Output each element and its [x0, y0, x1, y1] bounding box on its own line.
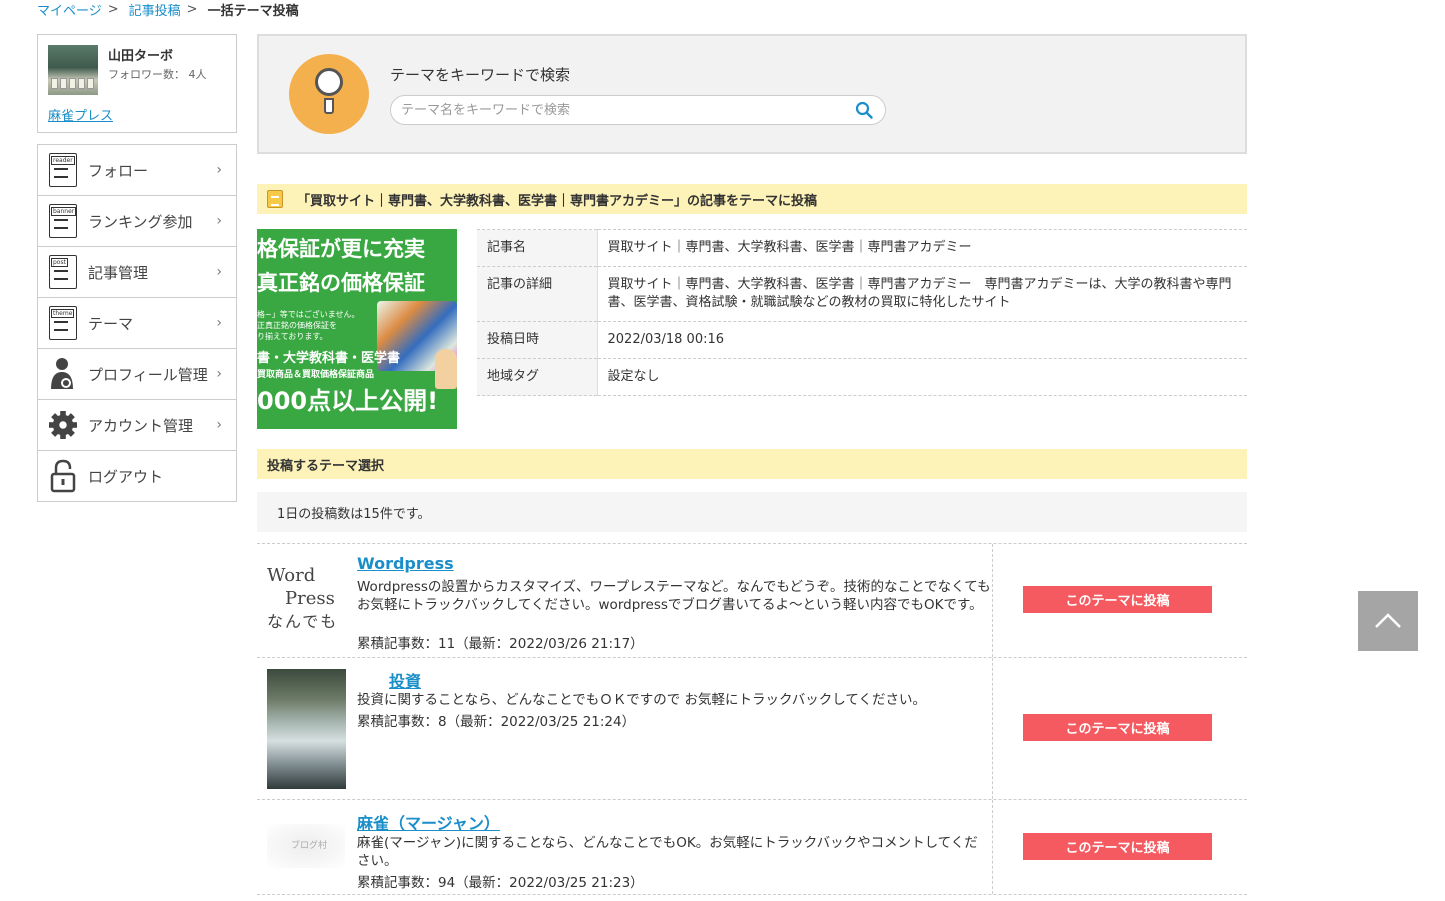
theme-thumbnail[interactable]: [267, 669, 346, 789]
detail-row-description: 記事の詳細 買取サイト｜専門書、大学教科書、医学書｜専門書アカデミー 専門書アカ…: [477, 266, 1247, 322]
sidebar-item-logout[interactable]: ログアウト: [38, 451, 236, 502]
theme-search-panel: テーマをキーワードで検索: [257, 34, 1247, 154]
sidebar-item-label: ログアウト: [88, 467, 164, 486]
detail-value: 設定なし: [597, 358, 1247, 396]
sidebar-item-account[interactable]: アカウント管理 ›: [38, 400, 236, 451]
theme-title-link[interactable]: Wordpress: [357, 554, 454, 573]
detail-row-region: 地域タグ 設定なし: [477, 358, 1247, 396]
breadcrumb-separator: >: [186, 1, 198, 17]
theme-post-count: 累積記事数：11（最新：2022/03/26 21:17）: [357, 636, 644, 652]
post-to-theme-button[interactable]: このテーマに投稿: [1023, 714, 1212, 741]
daily-limit-notice: 1日の投稿数は15件です。: [257, 492, 1247, 532]
sidebar-item-label: ランキング参加: [88, 212, 193, 231]
article-detail-table: 記事名 買取サイト｜専門書、大学教科書、医学書｜専門書アカデミー 記事の詳細 買…: [477, 229, 1247, 396]
detail-value: 2022/03/18 00:16: [597, 321, 1247, 359]
theme-row: 投資 投資に関することなら、どんなことでもＯＫですので お気軽にトラックバックし…: [257, 657, 1247, 799]
theme-title-link[interactable]: 麻雀（マージャン）: [357, 810, 500, 834]
chevron-right-icon: ›: [216, 264, 222, 280]
chevron-right-icon: ›: [216, 417, 222, 433]
theme-row: Word Press なんでも Wordpress Wordpressの設置から…: [257, 543, 1247, 657]
sidebar-item-profile[interactable]: プロフィール管理 ›: [38, 349, 236, 400]
avatar[interactable]: [48, 45, 98, 95]
profile-card: 山田ターボ フォロワー数： 4人 麻雀プレス: [37, 34, 237, 133]
chevron-up-icon: [1375, 613, 1401, 628]
sidebar-item-label: フォロー: [88, 161, 149, 180]
chevron-right-icon: ›: [216, 213, 222, 229]
reader-icon: reader: [49, 153, 77, 187]
search-title: テーマをキーワードで検索: [390, 66, 571, 84]
profile-icon: [51, 358, 73, 389]
lock-icon: [50, 459, 76, 493]
breadcrumb-post-link[interactable]: 記事投稿: [129, 0, 181, 19]
article-thumbnail: 格保証が更に充実 真正銘の価格保証 格~」等ではございません。 正真正銘の価格保…: [257, 229, 457, 429]
post-heading-text: 「買取サイト｜専門書、大学教科書、医学書｜専門書アカデミー」の記事をテーマに投稿: [297, 193, 818, 209]
theme-row: ブログ村 麻雀（マージャン） 麻雀(マージャン)に関することなら、どんなことでも…: [257, 799, 1247, 895]
back-to-top-button[interactable]: [1358, 591, 1418, 651]
sidebar-item-follow[interactable]: reader フォロー ›: [38, 145, 236, 196]
search-icon[interactable]: [855, 101, 873, 119]
sidebar-item-label: 記事管理: [88, 263, 149, 282]
sidebar-item-label: テーマ: [88, 314, 134, 333]
gear-icon: [49, 411, 77, 439]
theme-section-heading: 投稿するテーマ選択: [257, 449, 1247, 479]
breadcrumb-mypage-link[interactable]: マイページ: [37, 0, 102, 19]
breadcrumb-current: 一括テーマ投稿: [207, 3, 299, 19]
detail-key: 記事の詳細: [477, 266, 598, 322]
sidebar-item-label: アカウント管理: [88, 416, 194, 435]
follower-count: フォロワー数： 4人: [108, 68, 207, 81]
post-icon: post: [49, 255, 77, 289]
breadcrumb: マイページ > 記事投稿 > 一括テーマ投稿: [37, 0, 299, 19]
post-to-theme-button[interactable]: このテーマに投稿: [1023, 586, 1212, 613]
detail-row-title: 記事名 買取サイト｜専門書、大学教科書、医学書｜専門書アカデミー: [477, 229, 1247, 267]
detail-key: 地域タグ: [477, 358, 598, 396]
theme-icon: theme: [49, 306, 77, 340]
theme-title-link[interactable]: 投資: [389, 668, 421, 692]
sidebar-item-post-manage[interactable]: post 記事管理 ›: [38, 247, 236, 298]
post-section-heading: 「買取サイト｜専門書、大学教科書、医学書｜専門書アカデミー」の記事をテーマに投稿: [257, 184, 1247, 214]
theme-post-count: 累積記事数：94（最新：2022/03/25 21:23）: [357, 875, 644, 891]
detail-value: 買取サイト｜専門書、大学教科書、医学書｜専門書アカデミー: [597, 229, 1247, 267]
theme-description: 麻雀(マージャン)に関することなら、どんなことでもOK。お気軽にトラックバックや…: [357, 835, 978, 869]
theme-post-count: 累積記事数：8（最新：2022/03/25 21:24）: [357, 714, 636, 730]
profile-name: 山田ターボ: [108, 49, 174, 64]
lightbulb-icon: [289, 54, 369, 134]
detail-row-date: 投稿日時 2022/03/18 00:16: [477, 321, 1247, 359]
post-to-theme-button[interactable]: このテーマに投稿: [1023, 833, 1212, 860]
breadcrumb-separator: >: [107, 1, 119, 17]
sidebar-item-ranking[interactable]: banner ランキング参加 ›: [38, 196, 236, 247]
chevron-right-icon: ›: [216, 162, 222, 178]
theme-description: Wordpressの設置からカスタマイズ、ワープレステーマなど。なんでもどうぞ。…: [357, 579, 991, 613]
document-icon: [267, 190, 283, 208]
blog-name-link[interactable]: 麻雀プレス: [48, 105, 113, 124]
theme-thumbnail[interactable]: Word Press なんでも: [267, 564, 347, 634]
detail-value: 買取サイト｜専門書、大学教科書、医学書｜専門書アカデミー 専門書アカデミーは、大…: [597, 266, 1247, 322]
sidebar-item-label: プロフィール管理: [88, 365, 208, 384]
search-field: [390, 95, 886, 125]
sidebar-item-theme[interactable]: theme テーマ ›: [38, 298, 236, 349]
sidebar-menu: reader フォロー › banner ランキング参加 › post 記事管理…: [37, 144, 237, 502]
chevron-right-icon: ›: [216, 315, 222, 331]
search-input[interactable]: [401, 100, 841, 120]
chevron-right-icon: ›: [216, 366, 222, 382]
detail-key: 記事名: [477, 229, 598, 267]
detail-key: 投稿日時: [477, 321, 598, 359]
theme-thumbnail[interactable]: ブログ村: [267, 824, 345, 868]
banner-icon: banner: [49, 204, 77, 238]
theme-description: 投資に関することなら、どんなことでもＯＫですので お気軽にトラックバックしてくだ…: [357, 692, 926, 708]
